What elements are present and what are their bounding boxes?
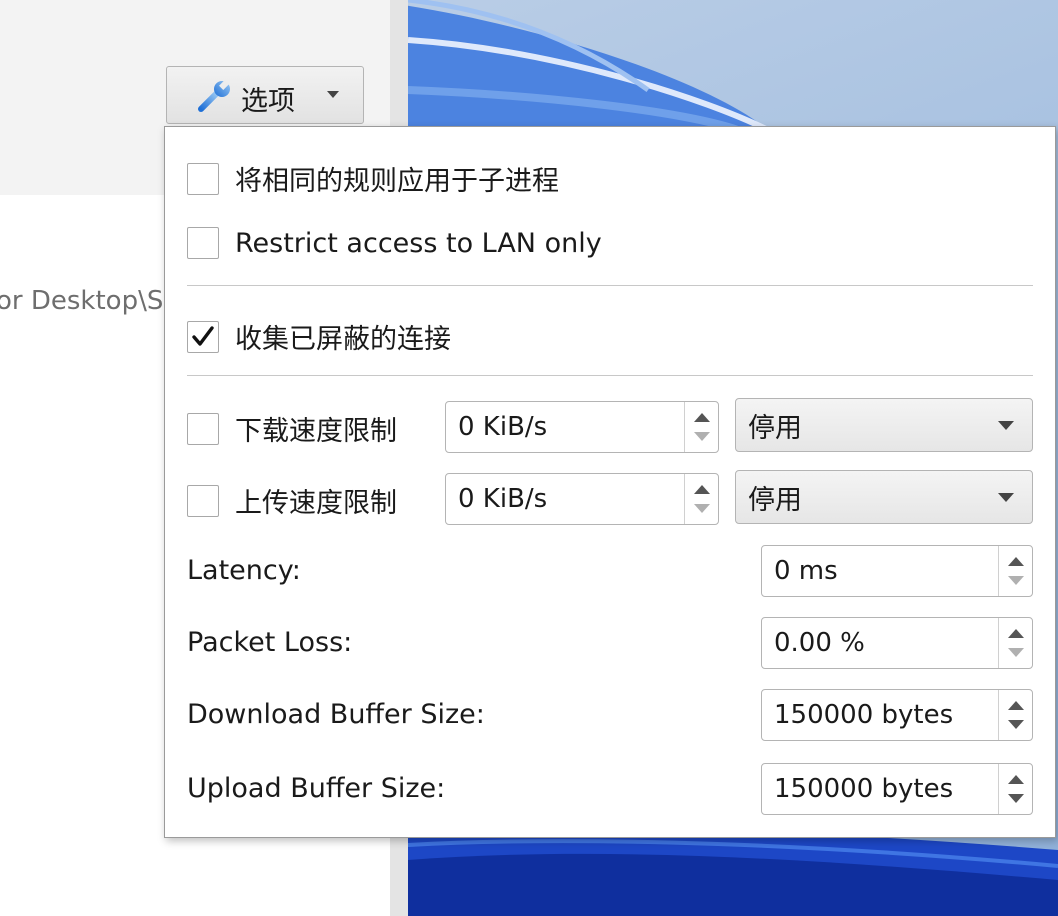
checkbox-collect-blocked-connections[interactable]: [187, 320, 219, 353]
options-button-label: 选项: [241, 86, 295, 117]
collect-blocked-connections-option[interactable]: 收集已屏蔽的连接: [187, 317, 451, 356]
spin-arrows[interactable]: [998, 618, 1032, 668]
options-dropdown-button[interactable]: 选项: [166, 66, 364, 124]
upload-buffer-label: Upload Buffer Size:: [187, 773, 446, 804]
upload-buffer-value: 150000 bytes: [774, 774, 954, 804]
latency-spinbox[interactable]: 0 ms: [761, 545, 1033, 597]
spin-down-icon[interactable]: [1008, 794, 1024, 803]
checkbox-label: 将相同的规则应用于子进程: [235, 166, 559, 197]
spin-up-icon[interactable]: [694, 413, 710, 422]
spin-arrows[interactable]: [998, 764, 1032, 814]
upload-limit-spinbox[interactable]: 0 KiB/s: [445, 473, 719, 525]
checkbox-restrict-lan[interactable]: [187, 227, 219, 259]
chevron-down-icon: [998, 420, 1014, 430]
upload-limit-value: 0 KiB/s: [458, 484, 548, 514]
spin-up-icon[interactable]: [1008, 701, 1024, 710]
spin-arrows[interactable]: [998, 546, 1032, 596]
spin-down-icon[interactable]: [1008, 648, 1024, 657]
packet-loss-spinbox[interactable]: 0.00 %: [761, 617, 1033, 669]
spin-down-icon[interactable]: [1008, 720, 1024, 729]
chevron-down-icon: [998, 492, 1014, 502]
checkbox-label: 收集已屏蔽的连接: [235, 324, 451, 355]
download-buffer-value: 150000 bytes: [774, 700, 954, 730]
spin-up-icon[interactable]: [1008, 775, 1024, 784]
latency-value: 0 ms: [774, 556, 838, 586]
checkbox-label: Restrict access to LAN only: [235, 227, 602, 259]
spin-up-icon[interactable]: [1008, 629, 1024, 638]
spin-arrows[interactable]: [684, 474, 718, 524]
download-limit-label: 下载速度限制: [235, 416, 397, 447]
upload-limit-mode-select[interactable]: 停用: [735, 470, 1033, 524]
chevron-down-icon: [327, 91, 339, 98]
download-limit-mode-select[interactable]: 停用: [735, 398, 1033, 452]
wrench-icon: [197, 79, 233, 119]
spin-up-icon[interactable]: [1008, 557, 1024, 566]
upload-limit-label: 上传速度限制: [235, 488, 397, 519]
spin-down-icon[interactable]: [694, 432, 710, 441]
options-menu-panel: 将相同的规则应用于子进程 Restrict access to LAN only…: [164, 126, 1056, 838]
restrict-lan-option[interactable]: Restrict access to LAN only: [187, 227, 602, 259]
download-limit-option[interactable]: 下载速度限制: [187, 409, 397, 448]
upload-limit-option[interactable]: 上传速度限制: [187, 481, 397, 520]
upload-buffer-spinbox[interactable]: 150000 bytes: [761, 763, 1033, 815]
apply-rules-to-child-processes-option[interactable]: 将相同的规则应用于子进程: [187, 159, 559, 198]
spin-arrows[interactable]: [998, 690, 1032, 740]
checkmark-icon: [192, 325, 214, 346]
packet-loss-value: 0.00 %: [774, 628, 865, 658]
packet-loss-label: Packet Loss:: [187, 627, 353, 658]
checkbox-apply-rules-child-processes[interactable]: [187, 162, 219, 195]
latency-label: Latency:: [187, 555, 301, 586]
download-limit-spinbox[interactable]: 0 KiB/s: [445, 401, 719, 453]
path-text: or Desktop\S: [0, 286, 164, 316]
spin-down-icon[interactable]: [1008, 576, 1024, 585]
checkbox-upload-limit[interactable]: [187, 484, 219, 517]
spin-up-icon[interactable]: [694, 485, 710, 494]
download-limit-value: 0 KiB/s: [458, 412, 548, 442]
spin-down-icon[interactable]: [694, 504, 710, 513]
upload-limit-mode: 停用: [748, 484, 802, 516]
download-limit-mode: 停用: [748, 412, 802, 444]
download-buffer-spinbox[interactable]: 150000 bytes: [761, 689, 1033, 741]
checkbox-download-limit[interactable]: [187, 412, 219, 445]
menu-separator: [187, 285, 1033, 286]
menu-separator: [187, 375, 1033, 376]
spin-arrows[interactable]: [684, 402, 718, 452]
download-buffer-label: Download Buffer Size:: [187, 699, 485, 730]
